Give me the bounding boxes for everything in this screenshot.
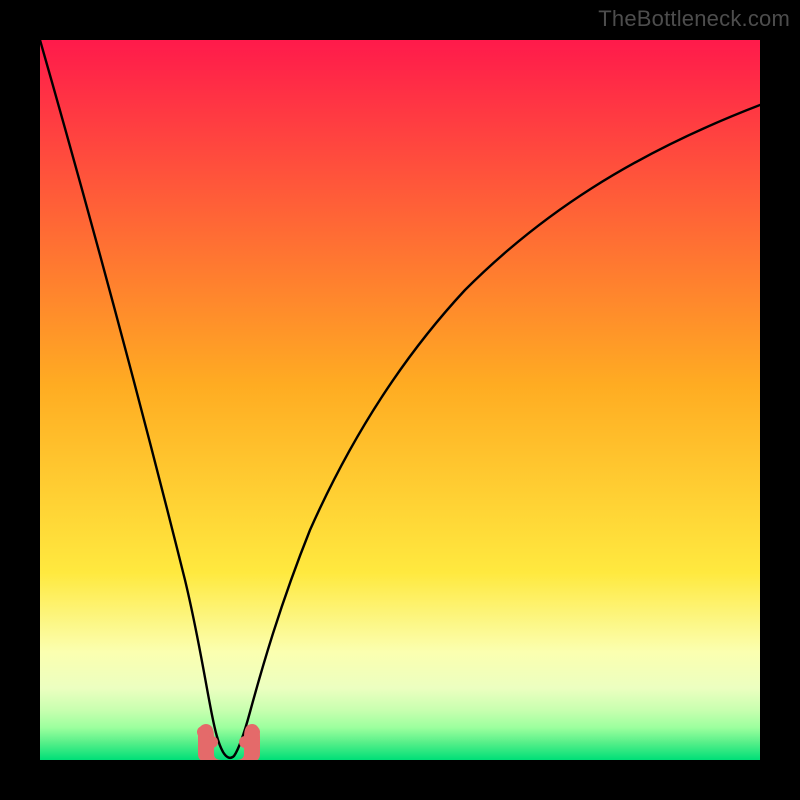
chart-frame: TheBottleneck.com (0, 0, 800, 800)
chart-svg (40, 40, 760, 760)
watermark-text: TheBottleneck.com (598, 6, 790, 32)
gradient-background (40, 40, 760, 760)
plot-area (40, 40, 760, 760)
